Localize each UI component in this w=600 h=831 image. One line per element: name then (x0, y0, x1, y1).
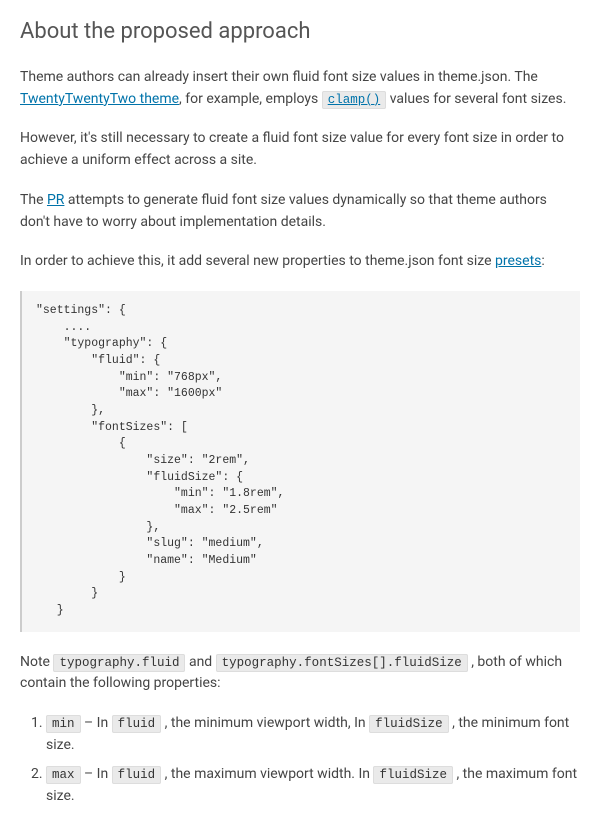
text: – In (81, 766, 112, 782)
code-fluid: fluid (112, 715, 162, 733)
text: – In (81, 715, 112, 731)
code-min: min (46, 715, 81, 733)
text: , for example, employs (179, 91, 322, 107)
list-item: min – In fluid , the minimum viewport wi… (46, 713, 580, 756)
text: , the maximum viewport width. In (161, 766, 373, 782)
text: : (541, 253, 544, 269)
code-typography-fluid: typography.fluid (53, 654, 185, 672)
code-block-settings: "settings": { .... "typography": { "flui… (20, 291, 580, 632)
code-fluidsize: fluidSize (373, 766, 453, 784)
code-typography-fontsizes-fluidsize: typography.fontSizes[].fluidSize (216, 654, 468, 672)
text: Theme authors can already insert their o… (20, 69, 538, 85)
link-presets[interactable]: presets (495, 253, 541, 269)
code-fluidsize: fluidSize (369, 715, 449, 733)
property-list: min – In fluid , the minimum viewport wi… (20, 713, 580, 808)
text: The (20, 192, 47, 208)
paragraph-intro: Theme authors can already insert their o… (20, 67, 580, 110)
paragraph-pr: The PR attempts to generate fluid font s… (20, 190, 580, 233)
text: Note (20, 654, 53, 670)
link-pr[interactable]: PR (47, 192, 64, 208)
paragraph-however: However, it's still necessary to create … (20, 128, 580, 171)
text: In order to achieve this, it add several… (20, 253, 495, 269)
text: values for several font sizes. (386, 91, 566, 107)
text: , the minimum viewport width, In (161, 715, 369, 731)
text: attempts to generate fluid font size val… (20, 192, 547, 230)
paragraph-note: Note typography.fluid and typography.fon… (20, 652, 580, 695)
list-item: max – In fluid , the maximum viewport wi… (46, 764, 580, 807)
paragraph-in-order: In order to achieve this, it add several… (20, 251, 580, 273)
text: and (185, 654, 215, 670)
code-clamp[interactable]: clamp() (322, 91, 387, 109)
code-fluid: fluid (112, 766, 162, 784)
link-twentytwentytwo[interactable]: TwentyTwentyTwo theme (20, 91, 179, 107)
code-max: max (46, 766, 81, 784)
page-title: About the proposed approach (20, 15, 580, 49)
